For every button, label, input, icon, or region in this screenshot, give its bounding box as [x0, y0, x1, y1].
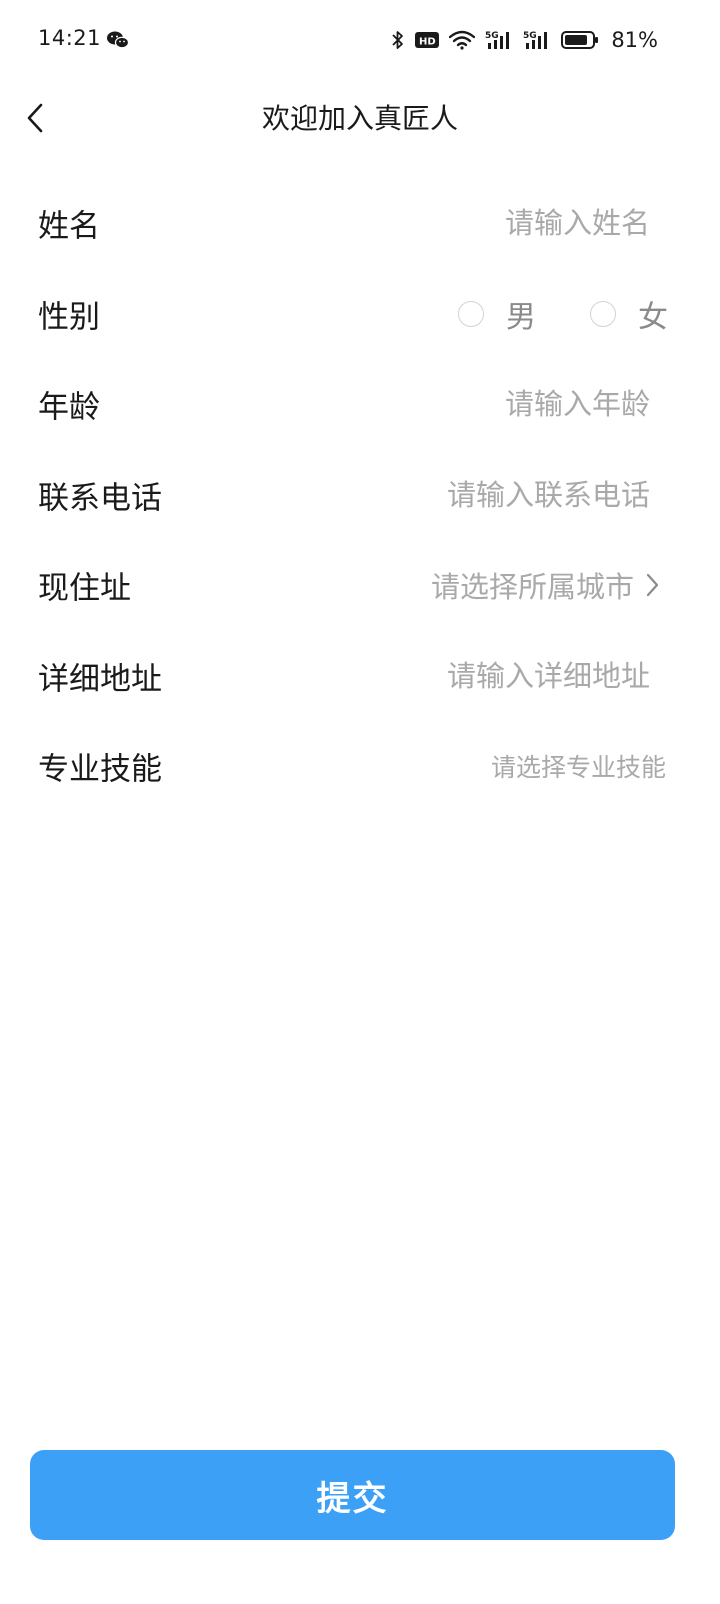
- hd-icon: HD: [415, 32, 440, 48]
- gender-label: 性别: [38, 299, 100, 336]
- city-select[interactable]: 请选择所属城市: [431, 564, 634, 606]
- gender-option-female[interactable]: 女: [590, 292, 668, 336]
- svg-text:HD: HD: [419, 37, 436, 48]
- gender-female-label: 女: [638, 299, 668, 335]
- registration-form: 姓名 性别 男 女 年龄 联系电话 现住址 请选择所属城市 详细地址: [0, 178, 720, 812]
- status-icons: HD 5G 5G 81%: [391, 26, 658, 54]
- name-label: 姓名: [38, 208, 100, 245]
- phone-input[interactable]: [290, 477, 650, 512]
- name-input[interactable]: [290, 206, 650, 241]
- skills-label: 专业技能: [38, 751, 162, 788]
- age-label: 年龄: [38, 389, 100, 426]
- age-input[interactable]: [290, 387, 650, 422]
- radio-circle-female[interactable]: [590, 300, 616, 327]
- form-row-address: 详细地址: [0, 631, 720, 722]
- address-input[interactable]: [290, 658, 650, 693]
- chevron-right-icon[interactable]: [646, 572, 660, 598]
- address-label: 详细地址: [38, 661, 162, 698]
- form-row-age: 年龄: [0, 359, 720, 450]
- battery-icon: [561, 31, 599, 49]
- residence-label: 现住址: [38, 570, 131, 607]
- nav-bar: 欢迎加入真匠人: [0, 80, 720, 156]
- wechat-icon: [107, 31, 130, 49]
- form-row-gender: 性别 男 女: [0, 269, 720, 360]
- page-title: 欢迎加入真匠人: [261, 102, 458, 135]
- gender-option-male[interactable]: 男: [458, 292, 536, 336]
- battery-percent: 81%: [611, 28, 658, 52]
- skills-select[interactable]: 请选择专业技能: [491, 748, 666, 784]
- 5g-signal-icon: 5G: [523, 31, 548, 49]
- phone-label: 联系电话: [38, 480, 162, 517]
- form-row-skills[interactable]: 专业技能 请选择专业技能: [0, 721, 720, 812]
- 5g-signal-icon: 5G: [485, 31, 510, 49]
- bluetooth-icon: [392, 31, 404, 49]
- svg-text:5G: 5G: [485, 31, 499, 41]
- gender-male-label: 男: [506, 299, 536, 335]
- wifi-icon: [449, 30, 476, 50]
- svg-text:5G: 5G: [523, 31, 537, 41]
- status-time: 14:21: [38, 26, 102, 50]
- status-bar: 14:21 HD 5G 5G 81%: [0, 0, 720, 80]
- radio-circle-male[interactable]: [458, 300, 484, 327]
- gender-radio-group: 男 女: [458, 292, 668, 336]
- submit-button[interactable]: 提交: [30, 1450, 675, 1540]
- form-row-phone: 联系电话: [0, 450, 720, 541]
- form-row-residence[interactable]: 现住址 请选择所属城市: [0, 540, 720, 631]
- form-row-name: 姓名: [0, 178, 720, 269]
